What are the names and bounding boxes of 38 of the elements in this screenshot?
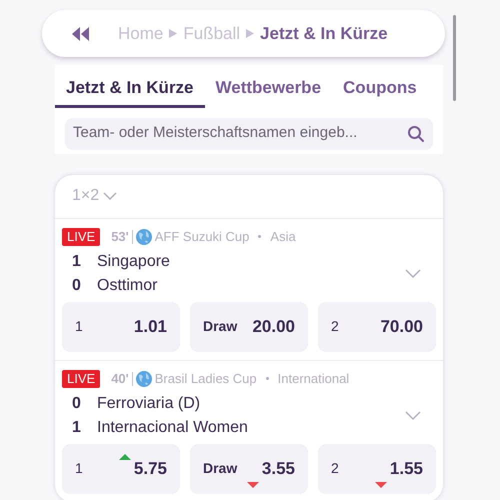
odds-button[interactable]: 2 70.00 [318, 302, 436, 352]
tab[interactable]: Jetzt & In Kürze [55, 75, 205, 108]
search-field[interactable]: Team- oder Meisterschaftsnamen eingeb... [65, 118, 433, 150]
separator-icon [169, 29, 178, 38]
odds-button[interactable]: Draw 3.55 [190, 444, 308, 494]
competition-name: Brasil Ladies Cup [154, 370, 257, 388]
tab[interactable]: Wettbewerbe [204, 75, 332, 108]
globe-icon [136, 370, 152, 386]
team-score: 1 [71, 418, 82, 438]
odds-button[interactable]: 2 1.55 [318, 444, 436, 494]
odds-button[interactable]: 1 5.75 [62, 444, 180, 494]
match-minute: 53' [111, 228, 129, 246]
globe-icon [136, 228, 152, 244]
team-score: 0 [71, 394, 82, 414]
expand-icon[interactable] [405, 410, 421, 420]
competition-name: AFF Suzuki Cup [154, 228, 250, 246]
expand-icon[interactable] [405, 268, 421, 278]
back-icon[interactable] [72, 26, 90, 40]
competition-region: International [278, 370, 350, 388]
chevron-icon [102, 191, 118, 201]
odds-button[interactable]: Draw 20.00 [190, 302, 308, 352]
team-name: Singapore [96, 252, 170, 272]
competition-region: Asia [270, 228, 296, 246]
breadcrumb-link[interactable]: Jetzt & In Kürze [260, 20, 388, 46]
team-name: Internacional Women [96, 418, 248, 438]
team-score: 0 [71, 276, 82, 296]
odds-button[interactable]: 1 1.01 [62, 302, 180, 352]
tab[interactable]: Coupons [332, 75, 428, 108]
team-name: Osttimor [96, 276, 158, 296]
live-badge: LIVE [62, 370, 100, 388]
market-label: 1×2 [72, 186, 100, 206]
live-badge: LIVE [62, 228, 100, 246]
team-score: 1 [71, 252, 82, 272]
search-icon[interactable] [407, 124, 425, 142]
separator-icon [246, 29, 254, 38]
team-name: Ferroviaria (D) [96, 394, 200, 414]
match-minute: 40' [111, 370, 129, 388]
scrollbar[interactable] [453, 15, 456, 101]
